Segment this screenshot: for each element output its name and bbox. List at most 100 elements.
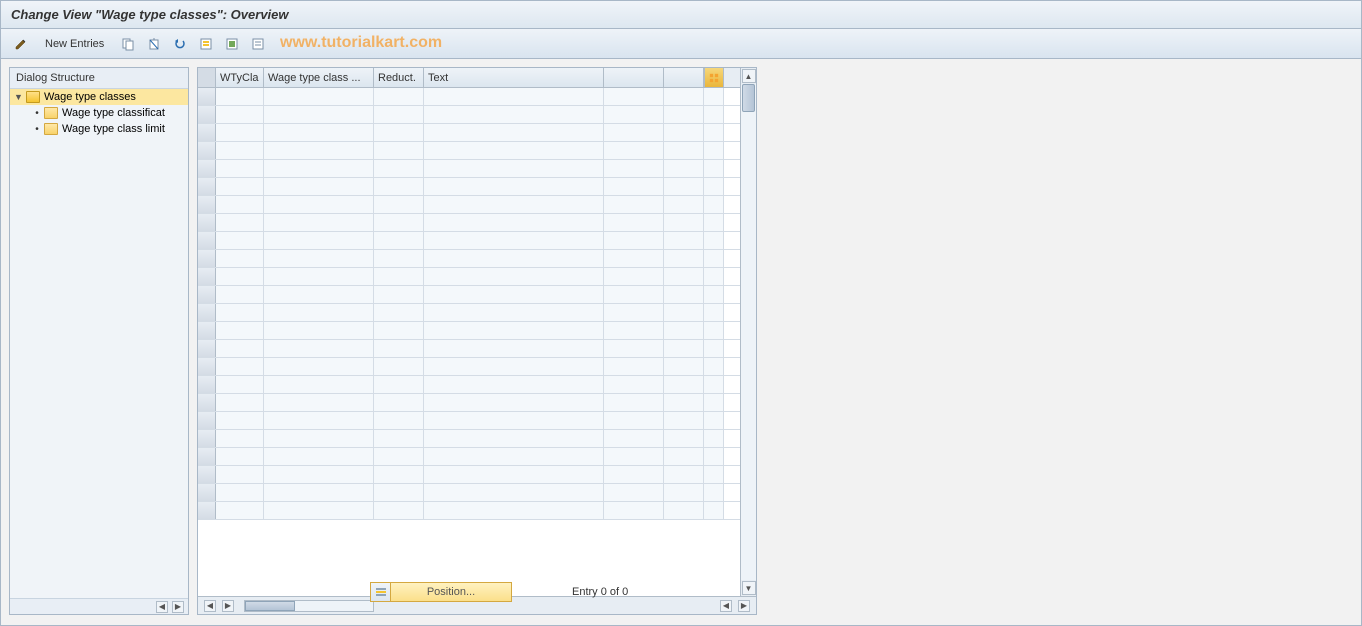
cell[interactable] (264, 160, 374, 177)
cell[interactable] (604, 106, 664, 123)
cell[interactable] (216, 88, 264, 105)
cell[interactable] (424, 502, 604, 519)
cell[interactable] (424, 412, 604, 429)
cell[interactable] (604, 466, 664, 483)
delete-icon[interactable] (144, 34, 164, 54)
cell[interactable] (216, 466, 264, 483)
cell[interactable] (424, 88, 604, 105)
cell[interactable] (216, 484, 264, 501)
column-header-wage-type-class[interactable]: Wage type class ... (264, 68, 374, 87)
row-selector[interactable] (198, 412, 216, 429)
cell[interactable] (264, 124, 374, 141)
select-block-icon[interactable] (222, 34, 242, 54)
row-selector[interactable] (198, 88, 216, 105)
cell[interactable] (664, 250, 704, 267)
vscroll-track[interactable] (741, 84, 756, 580)
table-row[interactable] (198, 88, 740, 106)
cell[interactable] (264, 448, 374, 465)
cell[interactable] (374, 304, 424, 321)
cell[interactable] (374, 376, 424, 393)
cell[interactable] (664, 214, 704, 231)
cell[interactable] (424, 376, 604, 393)
cell[interactable] (424, 106, 604, 123)
tree-node-wage-type-classification[interactable]: • Wage type classificat (10, 105, 188, 121)
cell[interactable] (604, 88, 664, 105)
cell[interactable] (604, 412, 664, 429)
new-entries-button[interactable]: New Entries (37, 36, 112, 52)
row-selector[interactable] (198, 106, 216, 123)
cell[interactable] (374, 142, 424, 159)
cell[interactable] (264, 466, 374, 483)
cell[interactable] (664, 430, 704, 447)
cell[interactable] (604, 394, 664, 411)
cell[interactable] (664, 448, 704, 465)
vscroll-thumb[interactable] (742, 84, 755, 112)
cell[interactable] (264, 340, 374, 357)
cell[interactable] (424, 340, 604, 357)
scroll-left-icon[interactable]: ◀ (156, 601, 168, 613)
cell[interactable] (664, 196, 704, 213)
cell[interactable] (216, 340, 264, 357)
cell[interactable] (374, 214, 424, 231)
cell[interactable] (664, 484, 704, 501)
cell[interactable] (604, 448, 664, 465)
cell[interactable] (374, 178, 424, 195)
cell[interactable] (264, 376, 374, 393)
cell[interactable] (216, 142, 264, 159)
row-selector[interactable] (198, 484, 216, 501)
tree-collapse-icon[interactable]: ▼ (14, 92, 24, 102)
scroll-up-icon[interactable]: ▲ (742, 69, 756, 83)
cell[interactable] (264, 322, 374, 339)
table-row[interactable] (198, 502, 740, 520)
scroll-right-icon[interactable]: ▶ (172, 601, 184, 613)
cell[interactable] (424, 250, 604, 267)
cell[interactable] (374, 250, 424, 267)
cell[interactable] (664, 394, 704, 411)
cell[interactable] (664, 376, 704, 393)
cell[interactable] (604, 124, 664, 141)
cell[interactable] (664, 304, 704, 321)
cell[interactable] (664, 106, 704, 123)
cell[interactable] (664, 232, 704, 249)
cell[interactable] (424, 448, 604, 465)
row-selector[interactable] (198, 250, 216, 267)
row-selector[interactable] (198, 502, 216, 519)
table-vertical-scrollbar[interactable]: ▲ ▼ (740, 68, 756, 596)
table-row[interactable] (198, 232, 740, 250)
cell[interactable] (264, 268, 374, 285)
table-row[interactable] (198, 160, 740, 178)
cell[interactable] (604, 286, 664, 303)
row-selector[interactable] (198, 394, 216, 411)
cell[interactable] (604, 214, 664, 231)
table-row[interactable] (198, 394, 740, 412)
cell[interactable] (664, 502, 704, 519)
cell[interactable] (604, 160, 664, 177)
tree-node-wage-type-classes[interactable]: ▼ Wage type classes (10, 89, 188, 105)
position-button[interactable]: Position... (370, 582, 512, 602)
cell[interactable] (424, 196, 604, 213)
cell[interactable] (264, 178, 374, 195)
cell[interactable] (264, 286, 374, 303)
cell[interactable] (424, 142, 604, 159)
toggle-display-change-icon[interactable] (11, 34, 31, 54)
tree-horizontal-scrollbar[interactable]: ◀ ▶ (10, 598, 188, 614)
cell[interactable] (374, 358, 424, 375)
cell[interactable] (374, 268, 424, 285)
cell[interactable] (216, 502, 264, 519)
table-row[interactable] (198, 214, 740, 232)
cell[interactable] (664, 88, 704, 105)
cell[interactable] (374, 286, 424, 303)
cell[interactable] (424, 286, 604, 303)
deselect-all-icon[interactable] (248, 34, 268, 54)
cell[interactable] (664, 358, 704, 375)
row-selector[interactable] (198, 286, 216, 303)
row-selector[interactable] (198, 466, 216, 483)
cell[interactable] (264, 250, 374, 267)
cell[interactable] (604, 142, 664, 159)
hscroll-thumb[interactable] (245, 601, 295, 611)
cell[interactable] (604, 178, 664, 195)
cell[interactable] (264, 88, 374, 105)
cell[interactable] (264, 430, 374, 447)
table-row[interactable] (198, 484, 740, 502)
table-row[interactable] (198, 178, 740, 196)
